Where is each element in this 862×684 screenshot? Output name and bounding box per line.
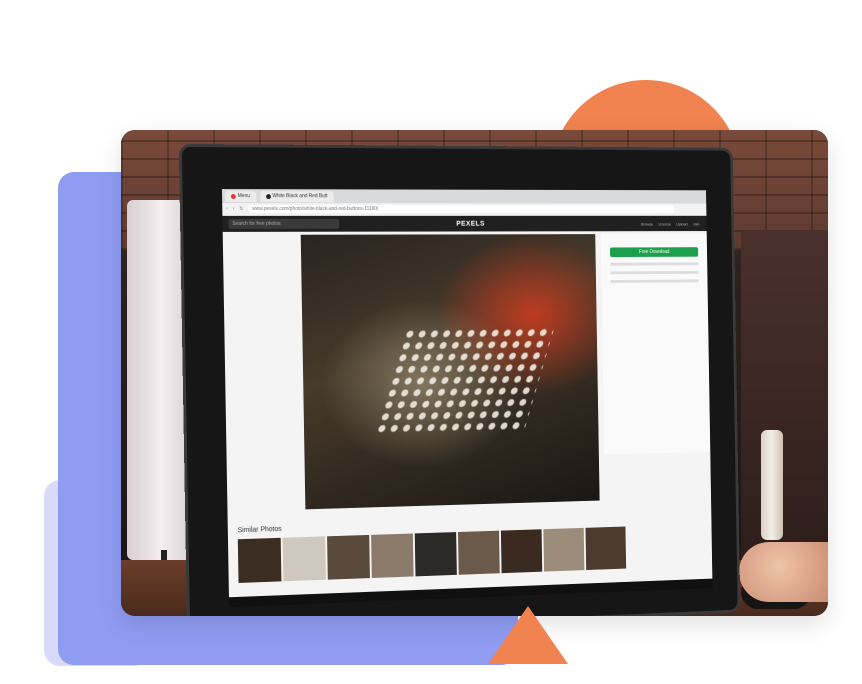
nav-item: Upload — [676, 221, 688, 226]
bottle — [761, 430, 783, 540]
sidebar-line — [610, 270, 699, 275]
reload-icon: ↻ — [239, 206, 244, 212]
taskbar — [228, 578, 713, 608]
thumbnail — [585, 526, 627, 571]
site-header: Search for free photos PEXELS Browse Lic… — [222, 215, 707, 232]
pexels-icon — [265, 193, 271, 199]
tab-label: White Black and Red Butt — [272, 193, 328, 200]
nav-item: Join — [692, 221, 700, 226]
opera-icon — [230, 193, 236, 199]
site-nav: Browse License Upload Join — [641, 221, 707, 226]
browser-address-bar: ‹ › ↻ www.pexels.com/photo/white-black-a… — [222, 203, 710, 216]
browser-tab-bar: Menu White Black and Red Butt — [221, 189, 709, 204]
photo-sidebar: Free Download — [600, 233, 711, 455]
back-icon: ‹ — [226, 206, 228, 212]
decor-orange-triangle — [488, 606, 568, 664]
thumbnail — [371, 533, 414, 579]
browser-tab: Menu — [224, 190, 256, 202]
monitor-photo: Menu White Black and Red Butt ‹ › ↻ www.… — [121, 130, 828, 616]
thumbnail — [282, 536, 326, 582]
monitor-screen: Menu White Black and Red Butt ‹ › ↻ www.… — [221, 189, 713, 608]
download-button: Free Download — [609, 247, 699, 258]
thumbnail — [327, 534, 370, 580]
site-logo: PEXELS — [456, 220, 485, 228]
nav-item: Browse — [641, 221, 654, 226]
hand — [739, 542, 828, 602]
tab-label: Menu — [237, 193, 251, 200]
sidebar-line — [610, 262, 699, 266]
monitor: Menu White Black and Red Butt ‹ › ↻ www.… — [178, 143, 741, 616]
thumbnail — [237, 537, 282, 583]
thumbnail — [500, 529, 543, 574]
thumbnail — [414, 532, 457, 577]
forward-icon: › — [232, 206, 235, 212]
thumbnail — [458, 530, 500, 575]
browser-tab: White Black and Red Butt — [259, 190, 334, 202]
sidebar-line — [610, 279, 699, 283]
background-wall — [741, 230, 828, 560]
nav-item: License — [658, 221, 671, 226]
url-field: www.pexels.com/photo/white-black-and-red… — [248, 205, 675, 214]
similar-photos-heading: Similar Photos — [237, 525, 282, 535]
typewriter-keys — [373, 326, 555, 437]
featured-photo — [300, 234, 600, 510]
similar-photos-strip — [237, 526, 627, 583]
thumbnail — [543, 527, 585, 572]
site-search: Search for free photos — [228, 218, 340, 229]
